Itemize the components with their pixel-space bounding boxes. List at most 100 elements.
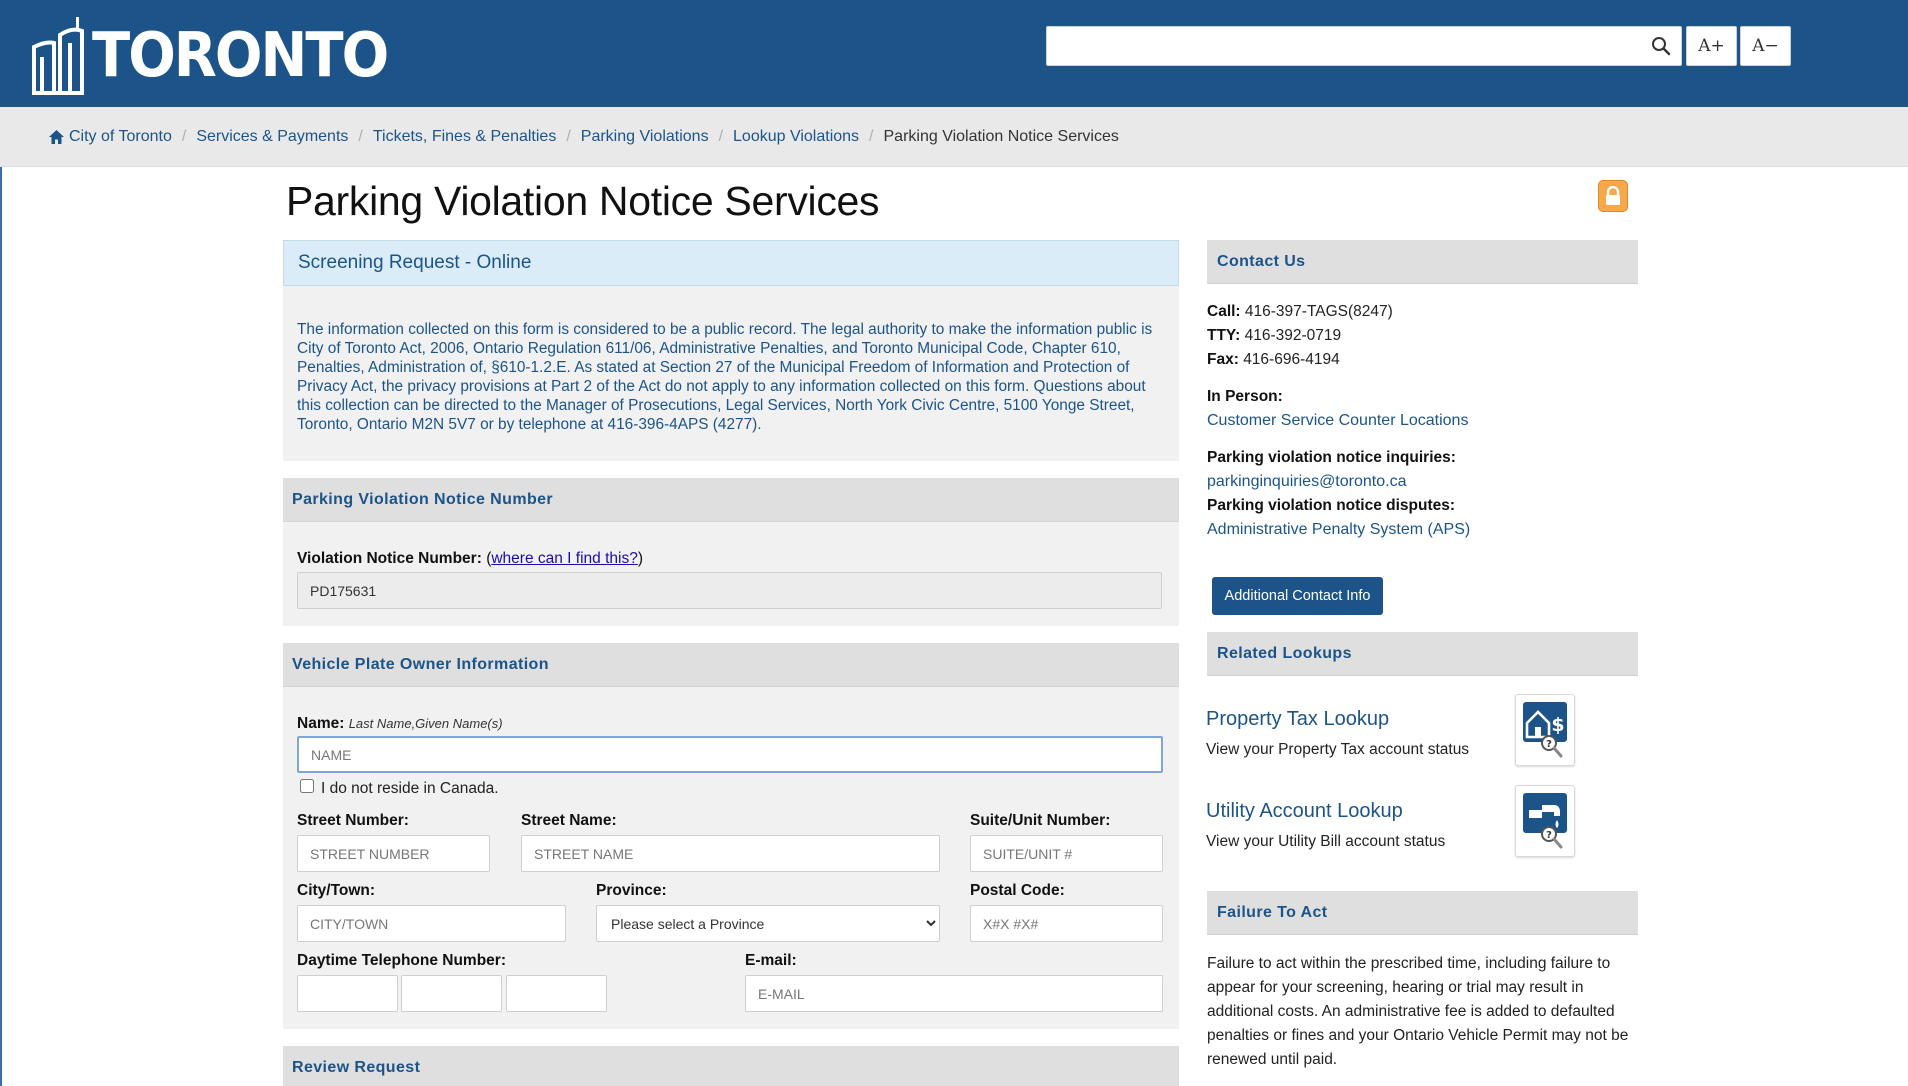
left-rule	[0, 167, 2, 1086]
logo-wordmark: TORONTO	[92, 19, 389, 92]
svg-text:$: $	[1551, 714, 1564, 736]
review-section-title: Review Request	[292, 1059, 421, 1076]
name-input[interactable]	[297, 736, 1163, 773]
utility-account-lookup[interactable]: Utility Account Lookup View your Utility…	[1206, 800, 1445, 851]
disputes-label: Parking violation notice disputes:	[1207, 497, 1456, 514]
street-number-input[interactable]	[297, 835, 490, 872]
violation-section-title: Parking Violation Notice Number	[292, 491, 554, 508]
suite-label: Suite/Unit Number:	[970, 812, 1111, 829]
in-person-label: In Person:	[1207, 388, 1283, 405]
breadcrumb-separator: /	[181, 128, 187, 145]
property-tax-lookup[interactable]: Property Tax Lookup View your Property T…	[1206, 708, 1469, 759]
breadcrumb-services-payments[interactable]: Services & Payments	[196, 128, 348, 146]
breadcrumb-separator: /	[869, 128, 874, 145]
contact-heading-bar: Contact Us	[1207, 240, 1638, 284]
svg-text:?: ?	[1546, 830, 1552, 841]
search-box	[1046, 26, 1682, 66]
owner-section-title: Vehicle Plate Owner Information	[292, 656, 549, 673]
breadcrumb-separator: /	[358, 128, 363, 145]
phone-area-code-input[interactable]	[297, 975, 398, 1012]
related-heading: Related Lookups	[1217, 645, 1352, 662]
phone-line-input[interactable]	[506, 975, 607, 1012]
street-number-label: Street Number:	[297, 812, 409, 829]
owner-info-section: Vehicle Plate Owner Information Name: La…	[283, 643, 1179, 1029]
home-icon[interactable]	[48, 129, 65, 145]
inquiries-label: Parking violation notice inquiries:	[1207, 449, 1456, 466]
breadcrumb: City of Toronto / Services & Payments / …	[48, 107, 1119, 167]
property-tax-title[interactable]: Property Tax Lookup	[1206, 708, 1469, 731]
breadcrumb-parking-violations[interactable]: Parking Violations	[581, 128, 709, 146]
property-tax-desc: View your Property Tax account status	[1206, 741, 1470, 758]
utility-account-desc: View your Utility Bill account status	[1206, 833, 1446, 850]
owner-section-header: Vehicle Plate Owner Information	[283, 643, 1179, 687]
help-paren-close: )	[637, 550, 644, 567]
non-resident-label: I do not reside in Canada.	[321, 780, 499, 797]
postal-code-input[interactable]	[970, 905, 1163, 942]
suite-input[interactable]	[970, 835, 1163, 872]
failure-text: Failure to act within the prescribed tim…	[1207, 955, 1629, 1068]
in-person-block: In Person: Customer Service Counter Loca…	[1207, 385, 1468, 433]
contact-phone-block: Call: 416-397-TAGS(8247) TTY: 416-392-07…	[1207, 300, 1393, 372]
street-name-input[interactable]	[521, 835, 940, 872]
contact-heading: Contact Us	[1217, 253, 1306, 270]
name-hint: Last Name,Given Name(s)	[348, 716, 503, 731]
page-title: Parking Violation Notice Services	[286, 178, 880, 224]
inquiries-block: Parking violation notice inquiries: park…	[1207, 446, 1470, 542]
tty-label: TTY:	[1207, 327, 1241, 344]
review-section-header: Review Request	[283, 1046, 1179, 1086]
phone-label: Daytime Telephone Number:	[297, 952, 507, 969]
province-label: Province:	[596, 882, 667, 899]
street-name-label: Street Name:	[521, 812, 617, 829]
tty-value: 416-392-0719	[1244, 327, 1342, 344]
house-dollar-icon[interactable]: $ ?	[1515, 694, 1575, 766]
breadcrumb-city-of-toronto[interactable]: City of Toronto	[69, 128, 172, 146]
non-resident-checkbox[interactable]	[300, 779, 314, 793]
aps-link[interactable]: Administrative Penalty System (APS)	[1207, 521, 1470, 538]
search-icon	[1652, 37, 1671, 56]
increase-font-button[interactable]: A+	[1686, 26, 1737, 66]
water-tap-icon[interactable]: ?	[1515, 785, 1575, 857]
search-input[interactable]	[1047, 27, 1637, 65]
breadcrumb-current: Parking Violation Notice Services	[883, 128, 1119, 145]
email-label: E-mail:	[745, 952, 797, 969]
city-input[interactable]	[297, 905, 566, 942]
city-label: City/Town:	[297, 882, 376, 899]
inquiries-email-link[interactable]: parkinginquiries@toronto.ca	[1207, 473, 1406, 490]
where-find-link[interactable]: where can I find this?	[491, 550, 637, 567]
fax-value: 416-696-4194	[1243, 351, 1340, 368]
breadcrumb-lookup-violations[interactable]: Lookup Violations	[733, 128, 859, 146]
failure-heading-bar: Failure To Act	[1207, 891, 1638, 935]
privacy-notice-text: The information collected on this form i…	[297, 321, 1153, 433]
province-select[interactable]: Please select a Province	[596, 905, 940, 942]
breadcrumb-tickets-fines[interactable]: Tickets, Fines & Penalties	[373, 128, 556, 146]
breadcrumb-separator: /	[718, 128, 724, 145]
phone-prefix-input[interactable]	[401, 975, 502, 1012]
violation-number-label: Violation Notice Number: (where can I fi…	[297, 550, 643, 568]
decrease-font-button[interactable]: A−	[1740, 26, 1791, 66]
search-button[interactable]	[1640, 26, 1682, 66]
violation-number-section: Parking Violation Notice Number Violatio…	[283, 478, 1179, 626]
call-value: 416-397-TAGS(8247)	[1244, 303, 1393, 320]
call-label: Call:	[1207, 303, 1241, 320]
lock-icon	[1598, 180, 1628, 212]
violation-number-field[interactable]	[297, 572, 1162, 609]
city-hall-icon	[32, 17, 84, 95]
toronto-logo[interactable]: TORONTO	[30, 16, 389, 96]
postal-code-label: Postal Code:	[970, 882, 1065, 899]
privacy-notice: The information collected on this form i…	[283, 286, 1179, 461]
failure-heading: Failure To Act	[1217, 904, 1328, 921]
violation-number-label-text: Violation Notice Number:	[297, 550, 482, 567]
service-counter-link[interactable]: Customer Service Counter Locations	[1207, 412, 1468, 429]
violation-section-header: Parking Violation Notice Number	[283, 478, 1179, 522]
additional-contact-button[interactable]: Additional Contact Info	[1212, 577, 1383, 615]
review-request-section: Review Request	[283, 1046, 1179, 1086]
related-heading-bar: Related Lookups	[1207, 632, 1638, 676]
name-label: Name: Last Name,Given Name(s)	[297, 715, 503, 733]
utility-account-title[interactable]: Utility Account Lookup	[1206, 800, 1445, 823]
fax-label: Fax:	[1207, 351, 1239, 368]
svg-text:?: ?	[1546, 739, 1552, 750]
screening-heading: Screening Request - Online	[298, 252, 532, 273]
email-input[interactable]	[745, 975, 1163, 1012]
name-label-text: Name:	[297, 715, 345, 732]
screening-heading-bar: Screening Request - Online	[283, 240, 1179, 286]
